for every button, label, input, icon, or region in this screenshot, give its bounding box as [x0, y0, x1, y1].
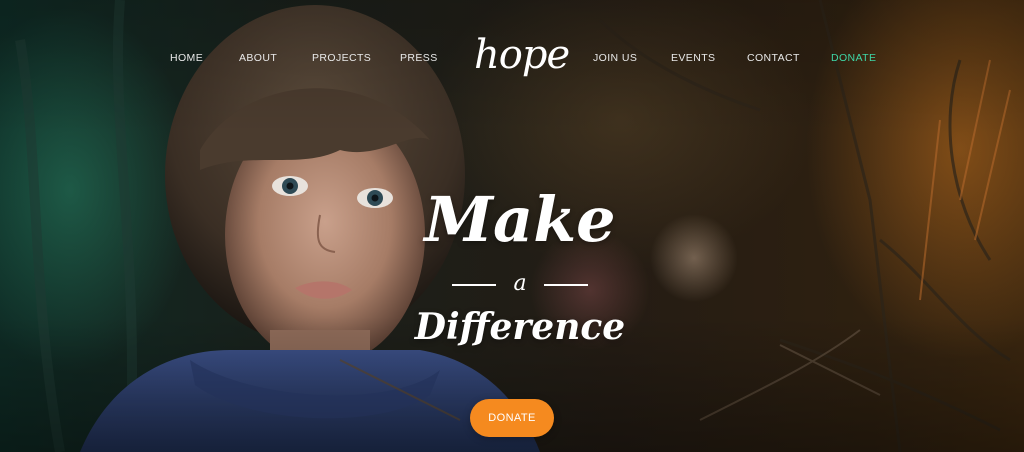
nav-about[interactable]: ABOUT [239, 52, 277, 64]
nav-projects[interactable]: PROJECTS [312, 52, 371, 64]
donate-button[interactable]: DONATE [470, 399, 554, 437]
hero-headline: Make a Difference [380, 180, 660, 370]
hero-section: HOME ABOUT PROJECTS PRESS hope JOIN US E… [0, 0, 1024, 452]
nav-home[interactable]: HOME [170, 52, 203, 64]
nav-donate[interactable]: DONATE [831, 52, 876, 64]
main-navigation: HOME ABOUT PROJECTS PRESS hope JOIN US E… [0, 0, 1024, 110]
nav-events[interactable]: EVENTS [671, 52, 715, 64]
nav-press[interactable]: PRESS [400, 52, 438, 64]
headline-make: Make [424, 183, 616, 256]
headline-connector: a [380, 272, 660, 296]
headline-dash-right [544, 284, 588, 286]
headline-difference: Difference [414, 306, 626, 348]
nav-join-us[interactable]: JOIN US [593, 52, 637, 64]
headline-a: a [513, 271, 527, 296]
brand-logo[interactable]: hope [474, 20, 570, 90]
nav-contact[interactable]: CONTACT [747, 52, 800, 64]
